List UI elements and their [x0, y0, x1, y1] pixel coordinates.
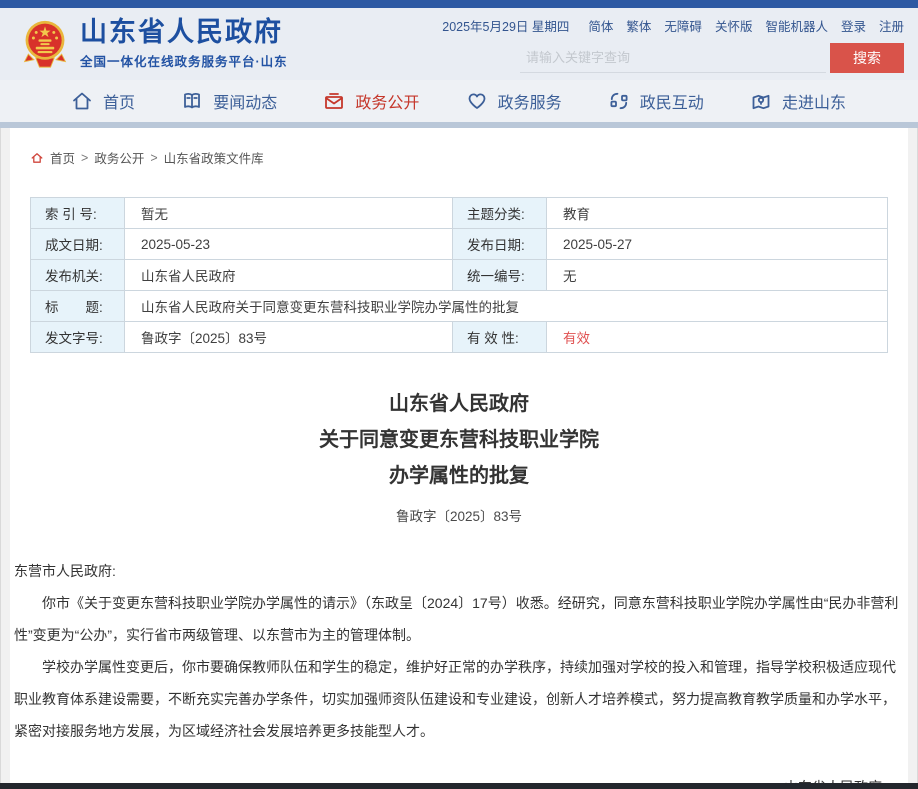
- meta-value-issuing-agency: 山东省人民政府: [125, 260, 453, 291]
- page: 山东省人民政府 全国一体化在线政务服务平台·山东 2025年5月29日 星期四 …: [0, 0, 918, 789]
- meta-value-index-number: 暂无: [125, 198, 453, 229]
- link-traditional-chinese[interactable]: 繁体: [626, 16, 651, 35]
- footer-dark-bar: [0, 783, 918, 789]
- meta-value-topic-category: 教育: [547, 198, 888, 229]
- document-title: 山东省人民政府 关于同意变更东营科技职业学院 办学属性的批复: [14, 386, 904, 494]
- site-logo-brand[interactable]: 山东省人民政府 全国一体化在线政务服务平台·山东: [22, 18, 288, 71]
- breadcrumb: 首页 > 政务公开 > 山东省政策文件库: [10, 128, 908, 167]
- document-meta-table: 索 引 号: 暂无 主题分类: 教育 成文日期: 2025-05-23 发布日期…: [30, 197, 888, 353]
- nav-item-gov-disclosure[interactable]: 政务公开: [322, 89, 419, 113]
- nav-item-gov-services[interactable]: 政务服务: [465, 89, 562, 113]
- national-emblem-icon: [22, 19, 68, 69]
- brand-text: 山东省人民政府 全国一体化在线政务服务平台·山东: [80, 18, 288, 71]
- interaction-icon: [607, 89, 631, 113]
- meta-row-index: 索 引 号: 暂无 主题分类: 教育: [31, 198, 888, 229]
- breadcrumb-separator: >: [150, 151, 157, 165]
- search-input[interactable]: [520, 43, 826, 73]
- open-mail-icon: [322, 89, 346, 113]
- nav-item-public-interaction[interactable]: 政民互动: [607, 89, 704, 113]
- heart-icon: [465, 89, 489, 113]
- meta-value-written-date: 2025-05-23: [125, 229, 453, 260]
- breadcrumb-home-icon: [30, 151, 44, 165]
- site-title: 山东省人民政府: [80, 18, 288, 48]
- news-book-icon: [180, 89, 204, 113]
- meta-label-doc-number: 发文字号:: [31, 322, 125, 353]
- current-date: 2025年5月29日 星期四: [442, 16, 569, 35]
- nav-label: 首页: [103, 89, 135, 113]
- search-button[interactable]: 搜索: [830, 43, 904, 73]
- meta-value-title: 山东省人民政府关于同意变更东营科技职业学院办学属性的批复: [125, 291, 888, 322]
- meta-row-title: 标 题: 山东省人民政府关于同意变更东营科技职业学院办学属性的批复: [31, 291, 888, 322]
- breadcrumb-item-policy-library[interactable]: 山东省政策文件库: [164, 148, 264, 167]
- main-navigation: 首页 要闻动态 政务公开 政务服务: [0, 80, 918, 122]
- search-bar: 搜索: [520, 43, 904, 73]
- meta-row-dates: 成文日期: 2025-05-23 发布日期: 2025-05-27: [31, 229, 888, 260]
- breadcrumb-item-disclosure[interactable]: 政务公开: [94, 148, 144, 167]
- meta-label-validity: 有 效 性:: [453, 322, 547, 353]
- utility-links-row: 2025年5月29日 星期四 简体 繁体 无障碍 关怀版 智能机器人 登录 注册: [442, 16, 904, 35]
- document-title-line2: 关于同意变更东营科技职业学院: [14, 422, 904, 458]
- meta-label-unified-number: 统一编号:: [453, 260, 547, 291]
- document-salutation: 东营市人民政府:: [14, 555, 904, 587]
- breadcrumb-item-home[interactable]: 首页: [50, 148, 75, 167]
- nav-item-news[interactable]: 要闻动态: [180, 89, 277, 113]
- header-right: 2025年5月29日 星期四 简体 繁体 无障碍 关怀版 智能机器人 登录 注册…: [442, 16, 904, 73]
- document-paragraph-2: 学校办学属性变更后，你市要确保教师队伍和学生的稳定，维护好正常的办学秩序，持续加…: [14, 651, 904, 747]
- meta-label-index-number: 索 引 号:: [31, 198, 125, 229]
- document-paragraph-1: 你市《关于变更东营科技职业学院办学属性的请示》（东政呈〔2024〕17号）收悉。…: [14, 587, 904, 651]
- meta-label-written-date: 成文日期:: [31, 229, 125, 260]
- map-pin-icon: [749, 89, 773, 113]
- document-signature: 山东省人民政府 2025年5月23日: [14, 771, 904, 783]
- link-simplified-chinese[interactable]: 简体: [588, 16, 613, 35]
- document-title-line3: 办学属性的批复: [14, 458, 904, 494]
- link-smart-robot[interactable]: 智能机器人: [765, 16, 828, 35]
- site-header: 山东省人民政府 全国一体化在线政务服务平台·山东 2025年5月29日 星期四 …: [0, 8, 918, 80]
- nav-label: 政务服务: [498, 89, 562, 113]
- breadcrumb-separator: >: [81, 151, 88, 165]
- meta-value-validity: 有效: [547, 322, 888, 353]
- meta-row-doc-number: 发文字号: 鲁政字〔2025〕83号 有 效 性: 有效: [31, 322, 888, 353]
- meta-value-unified-number: 无: [547, 260, 888, 291]
- document-body: 东营市人民政府: 你市《关于变更东营科技职业学院办学属性的请示》（东政呈〔202…: [14, 555, 904, 747]
- document-article: 山东省人民政府 关于同意变更东营科技职业学院 办学属性的批复 鲁政字〔2025〕…: [10, 386, 908, 783]
- meta-value-publish-date: 2025-05-27: [547, 229, 888, 260]
- document-number: 鲁政字〔2025〕83号: [14, 505, 904, 525]
- meta-label-title: 标 题:: [31, 291, 125, 322]
- meta-label-issuing-agency: 发布机关:: [31, 260, 125, 291]
- nav-label: 要闻动态: [213, 89, 277, 113]
- meta-row-issuer: 发布机关: 山东省人民政府 统一编号: 无: [31, 260, 888, 291]
- document-title-line1: 山东省人民政府: [14, 386, 904, 422]
- link-care-version[interactable]: 关怀版: [715, 16, 753, 35]
- link-login[interactable]: 登录: [841, 16, 866, 35]
- link-register[interactable]: 注册: [879, 16, 904, 35]
- nav-label: 政务公开: [355, 89, 419, 113]
- nav-label: 走进山东: [782, 89, 846, 113]
- meta-label-publish-date: 发布日期:: [453, 229, 547, 260]
- content-card: 首页 > 政务公开 > 山东省政策文件库 索 引 号: 暂无 主题分类: 教育 …: [10, 128, 908, 783]
- meta-value-doc-number: 鲁政字〔2025〕83号: [125, 322, 453, 353]
- nav-item-explore-shandong[interactable]: 走进山东: [749, 89, 846, 113]
- home-icon: [70, 89, 94, 113]
- nav-item-home[interactable]: 首页: [70, 89, 135, 113]
- document-signer: 山东省人民政府: [14, 771, 882, 783]
- top-blue-bar: [0, 0, 918, 8]
- site-subtitle: 全国一体化在线政务服务平台·山东: [80, 51, 288, 70]
- link-accessibility[interactable]: 无障碍: [664, 16, 702, 35]
- meta-label-topic-category: 主题分类:: [453, 198, 547, 229]
- nav-label: 政民互动: [640, 89, 704, 113]
